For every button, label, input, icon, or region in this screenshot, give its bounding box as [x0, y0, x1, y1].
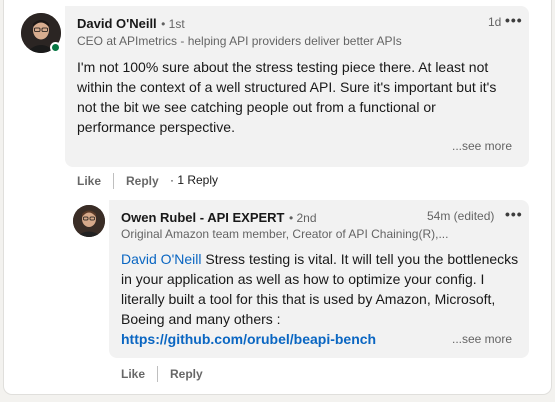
reply-author-headline: Original Amazon team member, Creator of …	[121, 227, 449, 241]
online-status-icon	[50, 42, 61, 53]
comment-body-text: I'm not 100% sure about the stress testi…	[77, 59, 497, 135]
divider	[157, 366, 158, 382]
comment-see-more-link[interactable]: ...see more	[452, 139, 512, 153]
comment-author-headline: CEO at APImetrics - helping API provider…	[77, 34, 402, 48]
reply-see-more-link[interactable]: ...see more	[452, 332, 512, 346]
reply-author-name[interactable]: Owen Rubel - API EXPERT	[121, 210, 284, 225]
comment-author-line: David O'Neill • 1st	[77, 15, 185, 33]
reply-reply-button[interactable]: Reply	[170, 367, 203, 381]
comment-author-name[interactable]: David O'Neill	[77, 16, 157, 31]
reply-body-text: David O'Neill Stress testing is vital. I…	[121, 249, 521, 329]
reply-author-degree: • 2nd	[288, 211, 317, 225]
reply-timestamp: 54m (edited)	[427, 209, 495, 223]
divider	[113, 173, 114, 189]
reply-count-link[interactable]: · 1 Reply	[170, 173, 218, 187]
comment-timestamp: 1d	[488, 15, 502, 29]
github-link[interactable]: https://github.com/orubel/beapi-bench	[121, 329, 376, 349]
comment-like-button[interactable]: Like	[77, 174, 101, 188]
ellipsis-icon[interactable]: •••	[505, 12, 523, 28]
ellipsis-icon[interactable]: •••	[505, 206, 523, 222]
comment-reply-button[interactable]: Reply	[126, 174, 159, 188]
mention-link[interactable]: David O'Neill	[121, 251, 201, 267]
reply-author-line: Owen Rubel - API EXPERT • 2nd	[121, 209, 317, 227]
owen-rubel-avatar[interactable]	[73, 205, 105, 237]
comment-author-degree: • 1st	[161, 17, 185, 31]
reply-like-button[interactable]: Like	[121, 367, 145, 381]
